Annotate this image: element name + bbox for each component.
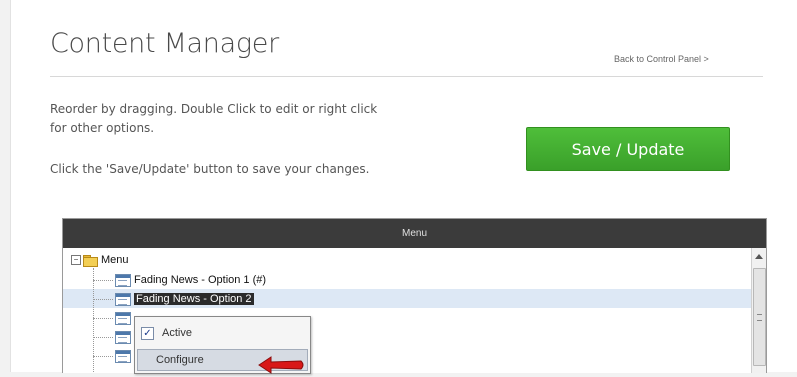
active-checkbox[interactable]: ✓ <box>141 326 154 340</box>
tree-node-root[interactable]: − Menu <box>71 252 129 268</box>
folder-icon <box>83 254 98 267</box>
page-icon <box>115 292 131 306</box>
tree-node-item-5[interactable] <box>93 348 134 364</box>
context-menu-label: Active <box>162 327 192 339</box>
tree-node-label: Fading News - Option 2 <box>134 293 254 305</box>
tree-scrollbar[interactable] <box>751 248 766 373</box>
tree-node-label: Fading News - Option 1 (#) <box>134 274 267 286</box>
page-icon <box>115 330 131 344</box>
context-menu-label: Configure <box>156 354 204 366</box>
tree-node-item-1[interactable]: Fading News - Option 1 (#) <box>93 272 267 288</box>
page-icon <box>115 349 131 363</box>
tree-header: Menu <box>63 219 766 248</box>
page-title: Content Manager <box>50 28 279 59</box>
page-icon <box>115 273 131 287</box>
red-arrow-icon <box>258 356 304 374</box>
tree-node-label: Menu <box>101 254 129 266</box>
instruction-line-2: for other options. <box>50 121 155 135</box>
page-icon <box>115 311 131 325</box>
scroll-grip-icon <box>757 314 762 321</box>
tree-node-item-4[interactable] <box>93 329 134 345</box>
tree-node-item-2[interactable]: Fading News - Option 2 <box>93 291 254 307</box>
save-update-button[interactable]: Save / Update <box>526 127 730 171</box>
context-menu-item-active[interactable]: ✓ Active <box>135 323 310 343</box>
title-divider <box>50 76 763 77</box>
collapse-toggle-icon[interactable]: − <box>71 255 81 265</box>
back-to-control-panel-link[interactable]: Back to Control Panel > <box>614 54 709 64</box>
instruction-line-1: Reorder by dragging. Double Click to edi… <box>50 102 378 116</box>
tree-connector-line <box>93 268 94 373</box>
tree-node-item-3[interactable] <box>93 310 134 326</box>
instruction-line-3: Click the 'Save/Update' button to save y… <box>50 162 370 176</box>
scrollbar-thumb[interactable] <box>753 268 766 366</box>
scroll-up-arrow-icon[interactable] <box>755 254 763 259</box>
